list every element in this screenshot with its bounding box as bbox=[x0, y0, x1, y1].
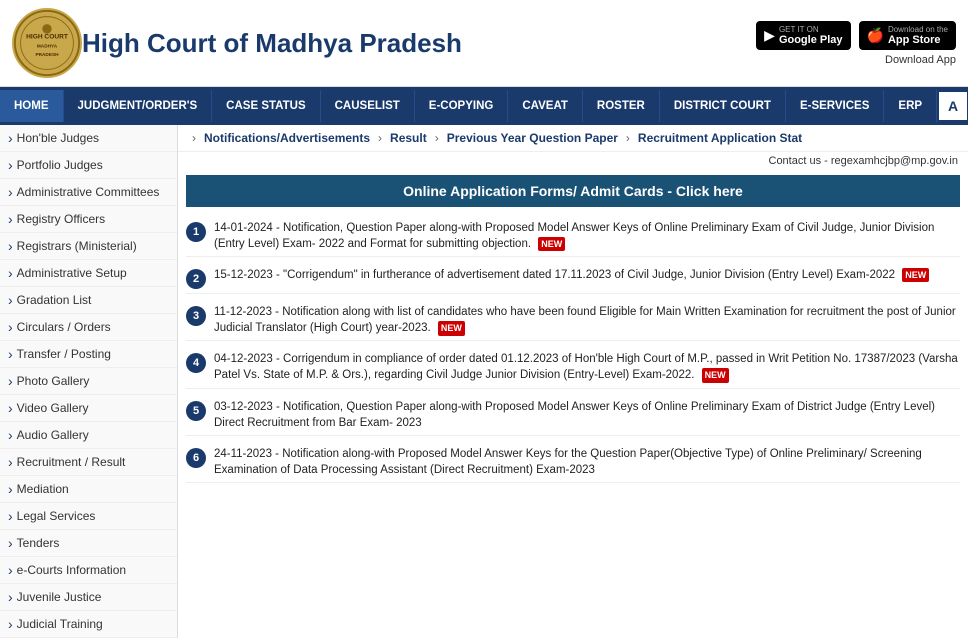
app-store-pre-text: Download on the bbox=[888, 25, 948, 34]
notif-num-6: 6 bbox=[186, 448, 206, 468]
notifications-list: 1 14-01-2024 - Notification, Question Pa… bbox=[178, 212, 968, 493]
nav-district-court[interactable]: DISTRICT COURT bbox=[660, 90, 786, 122]
sidebar-item-juvenile[interactable]: Juvenile Justice bbox=[0, 584, 177, 611]
notif-text-4[interactable]: 04-12-2023 - Corrigendum in compliance o… bbox=[214, 351, 960, 383]
breadcrumb-prev-year[interactable]: Previous Year Question Paper bbox=[447, 131, 618, 145]
google-play-label: Google Play bbox=[779, 34, 843, 46]
nav-causelist[interactable]: CAUSELIST bbox=[321, 90, 415, 122]
notification-6: 6 24-11-2023 - Notification along-with P… bbox=[186, 442, 960, 483]
app-store-badge[interactable]: 🍎 Download on the App Store bbox=[859, 21, 956, 50]
notif-text-1[interactable]: 14-01-2024 - Notification, Question Pape… bbox=[214, 220, 960, 252]
notification-2: 2 15-12-2023 - "Corrigendum" in furthera… bbox=[186, 263, 960, 294]
admission-banner[interactable]: Online Application Forms/ Admit Cards - … bbox=[186, 175, 960, 207]
nav-home[interactable]: HOME bbox=[0, 90, 64, 122]
nav-erp[interactable]: ERP bbox=[884, 90, 937, 122]
main-navigation: HOME JUDGMENT/ORDER'S CASE STATUS CAUSEL… bbox=[0, 87, 968, 125]
sidebar-item-gradation-list[interactable]: Gradation List bbox=[0, 287, 177, 314]
notif-text-2[interactable]: 15-12-2023 - "Corrigendum" in furtheranc… bbox=[214, 267, 929, 283]
breadcrumb-result[interactable]: Result bbox=[390, 131, 427, 145]
sidebar-item-legal-services[interactable]: Legal Services bbox=[0, 503, 177, 530]
notif-num-1: 1 bbox=[186, 222, 206, 242]
notif-num-5: 5 bbox=[186, 401, 206, 421]
new-badge-2: NEW bbox=[902, 268, 929, 283]
download-label: Download App bbox=[885, 54, 956, 66]
notification-3: 3 11-12-2023 - Notification along with l… bbox=[186, 300, 960, 341]
breadcrumb-arrow-1: › bbox=[192, 131, 196, 145]
header: HIGH COURT MADHYA PRADESH High Court of … bbox=[0, 0, 968, 87]
google-play-badge[interactable]: ▶ GET IT ON Google Play bbox=[756, 21, 850, 50]
sidebar-item-registry-officers[interactable]: Registry Officers bbox=[0, 206, 177, 233]
nav-ecopying[interactable]: E-COPYING bbox=[415, 90, 509, 122]
nav-roster[interactable]: ROSTER bbox=[583, 90, 660, 122]
notification-5: 5 03-12-2023 - Notification, Question Pa… bbox=[186, 395, 960, 436]
notif-num-3: 3 bbox=[186, 306, 206, 326]
notif-num-2: 2 bbox=[186, 269, 206, 289]
app-download-section: ▶ GET IT ON Google Play 🍎 Download on th… bbox=[756, 21, 956, 66]
main-content: › Notifications/Advertisements › Result … bbox=[178, 125, 968, 638]
svg-text:MADHYA: MADHYA bbox=[37, 44, 58, 49]
logo: HIGH COURT MADHYA PRADESH bbox=[12, 8, 82, 78]
nav-judgment[interactable]: JUDGMENT/ORDER'S bbox=[64, 90, 213, 122]
app-store-label: App Store bbox=[888, 34, 948, 46]
sidebar-item-mediation[interactable]: Mediation bbox=[0, 476, 177, 503]
new-badge-1: NEW bbox=[538, 237, 565, 252]
breadcrumb-notifications[interactable]: Notifications/Advertisements bbox=[204, 131, 370, 145]
google-play-icon: ▶ bbox=[764, 27, 775, 44]
sidebar-item-portfolio-judges[interactable]: Portfolio Judges bbox=[0, 152, 177, 179]
sidebar-item-video-gallery[interactable]: Video Gallery bbox=[0, 395, 177, 422]
sidebar-item-judicial-training[interactable]: Judicial Training bbox=[0, 611, 177, 638]
svg-text:PRADESH: PRADESH bbox=[36, 52, 60, 57]
sidebar: Hon'ble Judges Portfolio Judges Administ… bbox=[0, 125, 178, 638]
breadcrumb: › Notifications/Advertisements › Result … bbox=[178, 125, 968, 152]
sidebar-item-recruitment[interactable]: Recruitment / Result bbox=[0, 449, 177, 476]
apple-icon: 🍎 bbox=[867, 27, 884, 44]
notification-1: 1 14-01-2024 - Notification, Question Pa… bbox=[186, 216, 960, 257]
nav-case-status[interactable]: CASE STATUS bbox=[212, 90, 320, 122]
sidebar-item-circulars[interactable]: Circulars / Orders bbox=[0, 314, 177, 341]
sidebar-item-registrars[interactable]: Registrars (Ministerial) bbox=[0, 233, 177, 260]
sidebar-item-admin-setup[interactable]: Administrative Setup bbox=[0, 260, 177, 287]
contact-bar: Contact us - regexamhcjbp@mp.gov.in bbox=[178, 152, 968, 170]
sidebar-item-admin-committees[interactable]: Administrative Committees bbox=[0, 179, 177, 206]
google-play-pre-text: GET IT ON bbox=[779, 25, 843, 34]
breadcrumb-sep-2: › bbox=[435, 131, 439, 145]
notif-text-3[interactable]: 11-12-2023 - Notification along with lis… bbox=[214, 304, 960, 336]
site-title: High Court of Madhya Pradesh bbox=[82, 28, 756, 59]
sidebar-item-tenders[interactable]: Tenders bbox=[0, 530, 177, 557]
notif-text-6[interactable]: 24-11-2023 - Notification along-with Pro… bbox=[214, 446, 960, 478]
page-layout: Hon'ble Judges Portfolio Judges Administ… bbox=[0, 125, 968, 638]
sidebar-item-transfer[interactable]: Transfer / Posting bbox=[0, 341, 177, 368]
sidebar-item-photo-gallery[interactable]: Photo Gallery bbox=[0, 368, 177, 395]
font-large-button[interactable]: A bbox=[939, 92, 967, 120]
sidebar-item-audio-gallery[interactable]: Audio Gallery bbox=[0, 422, 177, 449]
notif-text-5[interactable]: 03-12-2023 - Notification, Question Pape… bbox=[214, 399, 960, 431]
nav-eservices[interactable]: E-SERVICES bbox=[786, 90, 884, 122]
breadcrumb-sep-1: › bbox=[378, 131, 382, 145]
sidebar-item-honble-judges[interactable]: Hon'ble Judges bbox=[0, 125, 177, 152]
notif-num-4: 4 bbox=[186, 353, 206, 373]
sidebar-item-ecourts[interactable]: e-Courts Information bbox=[0, 557, 177, 584]
site-title-container: High Court of Madhya Pradesh bbox=[82, 28, 756, 59]
notification-4: 4 04-12-2023 - Corrigendum in compliance… bbox=[186, 347, 960, 388]
new-badge-3: NEW bbox=[438, 321, 465, 336]
nav-caveat[interactable]: CAVEAT bbox=[508, 90, 583, 122]
new-badge-4: NEW bbox=[702, 368, 729, 383]
breadcrumb-sep-3: › bbox=[626, 131, 630, 145]
svg-text:HIGH COURT: HIGH COURT bbox=[26, 33, 68, 40]
breadcrumb-recruitment-stat[interactable]: Recruitment Application Stat bbox=[638, 131, 802, 145]
